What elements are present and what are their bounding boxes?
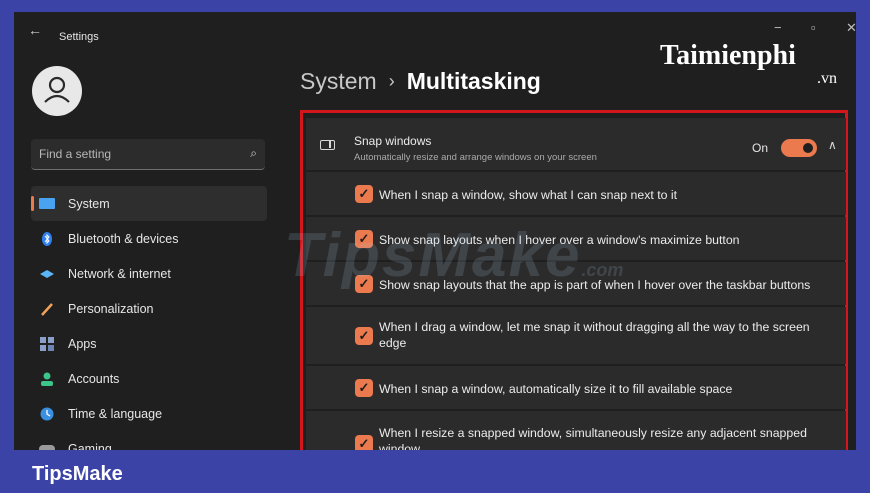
watermark: TipsMake.com [284,220,623,291]
sidebar-item-personalization[interactable]: Personalization [31,291,267,326]
time-language-icon [39,406,55,422]
snap-option-row[interactable]: ✓ When I drag a window, let me snap it w… [306,307,846,364]
maximize-icon[interactable]: ▫ [811,20,816,35]
network-icon [39,266,55,282]
sidebar-item-label: Network & internet [68,266,171,281]
checkbox-checked-icon[interactable]: ✓ [355,327,373,345]
bluetooth-icon [39,231,55,247]
accounts-icon [39,371,55,387]
avatar[interactable] [32,66,82,116]
sidebar-item-gaming[interactable]: Gaming [31,431,267,450]
checkbox-checked-icon[interactable]: ✓ [355,185,373,203]
snap-windows-icon [320,140,335,150]
snap-windows-description: Automatically resize and arrange windows… [354,152,597,163]
sidebar-item-bluetooth[interactable]: Bluetooth & devices [31,221,267,256]
brand-logo-suffix: .vn [817,70,837,87]
minimize-icon[interactable]: − [774,20,782,35]
system-icon [39,196,55,212]
breadcrumb-parent[interactable]: System [300,68,377,94]
snap-option-row[interactable]: ✓ When I snap a window, show what I can … [306,172,846,215]
sidebar-item-label: Bluetooth & devices [68,231,179,246]
sidebar-item-system[interactable]: System [31,186,267,221]
sidebar-item-label: Accounts [68,371,120,386]
back-arrow-icon[interactable]: ← [28,22,42,38]
snap-option-label: When I resize a snapped window, simultan… [379,426,807,450]
sidebar-item-time-language[interactable]: Time & language [31,396,267,431]
sidebar-item-label: Gaming [68,441,112,451]
page-title: Multitasking [406,68,541,94]
personalization-icon [39,301,55,317]
sidebar-item-network[interactable]: Network & internet [31,256,267,291]
breadcrumb: System › Multitasking [300,68,541,95]
snap-option-label: When I snap a window, automatically size… [379,382,733,396]
window-title: Settings [59,31,99,43]
sidebar-item-label: System [68,196,110,211]
sidebar-item-apps[interactable]: Apps [31,326,267,361]
watermark-suffix: .com [581,260,624,280]
sidebar-item-label: Apps [68,336,97,351]
close-icon[interactable]: ✕ [846,20,856,36]
snap-option-row[interactable]: ✓ When I resize a snapped window, simult… [306,411,846,450]
toggle-state-label: On [752,141,769,155]
user-icon [44,76,70,103]
snap-option-label: When I snap a window, show what I can sn… [379,188,678,202]
toggle-knob [803,143,813,153]
brand-logo: Taimienphi .vn [660,40,837,87]
sidebar-item-accounts[interactable]: Accounts [31,361,267,396]
sidebar-item-label: Personalization [68,301,154,316]
settings-window: ← Settings − ▫ ✕ Find a setting ⌕ System… [14,12,856,450]
snap-windows-header[interactable]: Snap windows Automatically resize and ar… [306,118,846,170]
search-input[interactable]: Find a setting ⌕ [31,139,265,170]
sidebar-item-label: Time & language [68,406,163,421]
search-icon[interactable]: ⌕ [250,146,257,161]
sidebar-nav: System Bluetooth & devices Network & int… [31,186,267,450]
breadcrumb-separator: › [388,71,395,91]
chevron-up-icon[interactable]: ∧ [828,138,837,152]
brand-logo-text: Taimienphi [660,40,796,71]
active-indicator [31,196,34,211]
checkbox-checked-icon[interactable]: ✓ [355,379,373,397]
search-placeholder: Find a setting [39,147,112,161]
snap-option-row[interactable]: ✓ When I snap a window, automatically si… [306,366,846,409]
apps-icon [39,336,55,352]
watermark-text: TipsMake [284,221,582,290]
footer-label: TipsMake [32,463,123,485]
snap-windows-title: Snap windows [354,134,432,148]
snap-option-label: When I drag a window, let me snap it wit… [379,320,810,350]
gaming-icon [39,441,55,450]
snap-windows-toggle[interactable] [781,139,817,157]
checkbox-checked-icon[interactable]: ✓ [355,435,373,450]
